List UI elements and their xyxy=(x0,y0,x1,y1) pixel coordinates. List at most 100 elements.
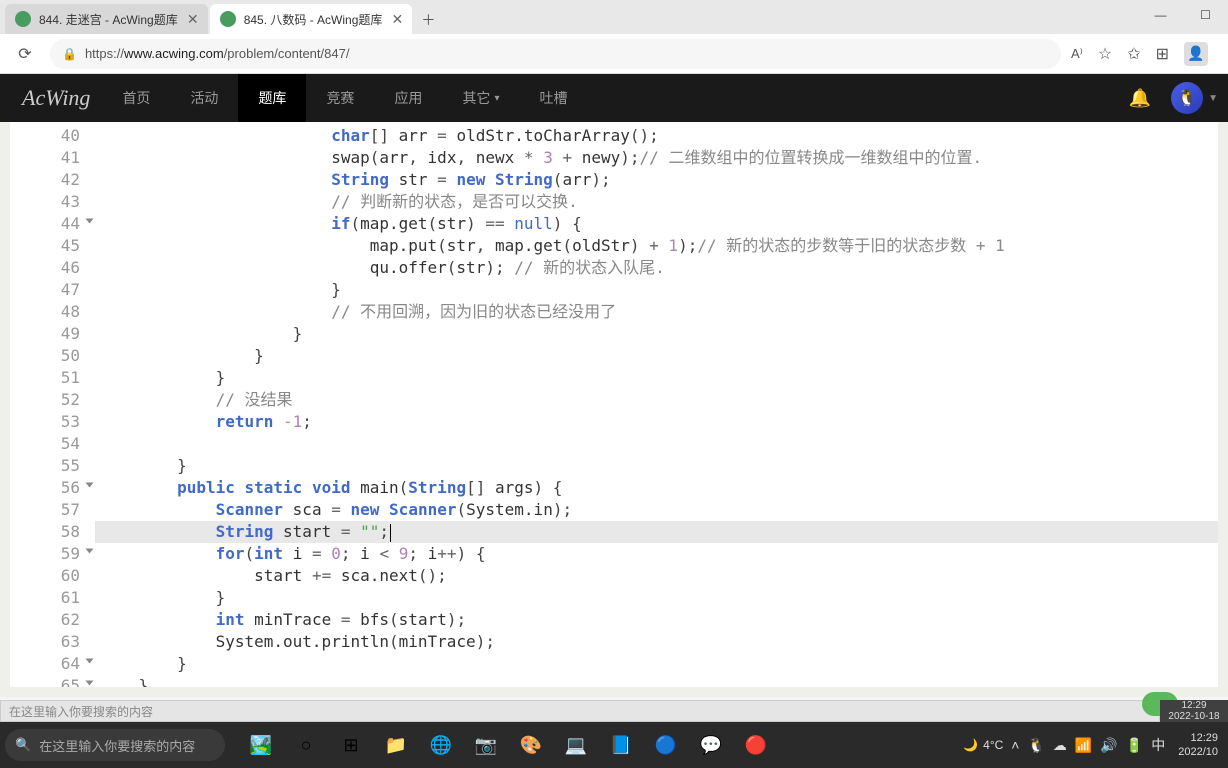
nav-item-3[interactable]: 竞赛 xyxy=(306,74,374,122)
collections-icon[interactable]: ⊞ xyxy=(1156,44,1169,64)
browser-tab[interactable]: 844. 走迷宫 - AcWing题库 ✕ xyxy=(5,4,208,34)
code-line[interactable]: swap(arr, idx, newx * 3 + newy);// 二维数组中… xyxy=(95,147,1218,169)
code-editor[interactable]: 4041424344454647484950515253545556575859… xyxy=(10,122,1218,687)
line-number: 61 xyxy=(10,587,80,609)
user-avatar[interactable] xyxy=(1171,82,1203,114)
edge-icon[interactable]: 🌐 xyxy=(420,725,462,765)
taskbar-clock[interactable]: 12:29 2022/10 xyxy=(1173,731,1223,759)
code-line[interactable]: map.put(str, map.get(oldStr) + 1);// 新的状… xyxy=(95,235,1218,257)
fold-marker-icon[interactable] xyxy=(86,681,94,686)
paint-icon[interactable]: 🎨 xyxy=(510,725,552,765)
code-line[interactable]: } xyxy=(95,345,1218,367)
code-line[interactable]: // 没结果 xyxy=(95,389,1218,411)
code-line[interactable]: start += sca.next(); xyxy=(95,565,1218,587)
camera-icon[interactable]: 📷 xyxy=(465,725,507,765)
network-icon[interactable]: 📶 xyxy=(1075,737,1092,754)
weather-widget[interactable]: 🌙 4°C xyxy=(963,738,1003,752)
tray-chevron-icon[interactable]: ˄ xyxy=(1011,737,1019,753)
line-number: 48 xyxy=(10,301,80,323)
taskbar-search[interactable]: 🔍 在这里输入你要搜索的内容 xyxy=(5,729,225,761)
code-line[interactable]: for(int i = 0; i < 9; i++) { xyxy=(95,543,1218,565)
nav-item-0[interactable]: 首页 xyxy=(102,74,170,122)
new-tab-button[interactable]: ＋ xyxy=(414,6,442,34)
fold-marker-icon[interactable] xyxy=(86,549,94,554)
browser-tab[interactable]: 845. 八数码 - AcWing题库 ✕ xyxy=(210,4,413,34)
profile-avatar[interactable]: 👤 xyxy=(1184,42,1208,66)
cloud-icon[interactable]: ☁ xyxy=(1053,737,1067,754)
minimize-button[interactable]: — xyxy=(1138,0,1183,30)
brand-logo[interactable]: AcWing xyxy=(10,85,102,111)
line-number: 57 xyxy=(10,499,80,521)
code-line[interactable]: // 不用回溯，因为旧的状态已经没用了 xyxy=(95,301,1218,323)
media-icon[interactable]: 🔵 xyxy=(645,725,687,765)
code-line[interactable]: } xyxy=(95,455,1218,477)
maximize-button[interactable]: ☐ xyxy=(1183,0,1228,30)
code-line[interactable]: } xyxy=(95,653,1218,675)
nav-item-6[interactable]: 吐槽 xyxy=(519,74,587,122)
tab-title: 845. 八数码 - AcWing题库 xyxy=(244,11,383,28)
url-bar: ⟳ 🔒 https://www.acwing.com/problem/conte… xyxy=(0,34,1228,74)
code-line[interactable]: System.out.println(minTrace); xyxy=(95,631,1218,653)
favorite-icon[interactable]: ☆ xyxy=(1098,44,1112,64)
search-placeholder: 在这里输入你要搜索的内容 xyxy=(9,703,153,720)
caret-down-icon[interactable]: ▼ xyxy=(1208,93,1218,104)
site-favicon-icon xyxy=(15,11,31,27)
line-number: 58 xyxy=(10,521,80,543)
ime-indicator[interactable]: 中 xyxy=(1151,735,1165,755)
nav-item-4[interactable]: 应用 xyxy=(374,74,442,122)
code-line[interactable]: String start = ""; xyxy=(95,521,1218,543)
line-number: 60 xyxy=(10,565,80,587)
battery-icon[interactable]: 🔋 xyxy=(1126,737,1143,754)
code-area[interactable]: char[] arr = oldStr.toCharArray(); swap(… xyxy=(95,122,1218,687)
qq-icon[interactable]: 🐧 xyxy=(1027,737,1044,754)
code-line[interactable]: } xyxy=(95,675,1218,687)
close-tab-icon[interactable]: ✕ xyxy=(390,12,404,26)
line-number: 54 xyxy=(10,433,80,455)
nav-item-1[interactable]: 活动 xyxy=(170,74,238,122)
word-icon[interactable]: 📘 xyxy=(600,725,642,765)
code-line[interactable]: // 判断新的状态，是否可以交换. xyxy=(95,191,1218,213)
reload-button[interactable]: ⟳ xyxy=(10,39,40,69)
nav-item-2[interactable]: 题库 xyxy=(238,74,306,122)
code-line[interactable]: } xyxy=(95,279,1218,301)
code-line[interactable]: } xyxy=(95,587,1218,609)
search-input[interactable]: 在这里输入你要搜索的内容 xyxy=(0,700,1160,722)
taskbar-search-placeholder: 在这里输入你要搜索的内容 xyxy=(39,736,195,755)
fold-marker-icon[interactable] xyxy=(86,483,94,488)
ide-icon[interactable]: 💻 xyxy=(555,725,597,765)
browser-tab-strip: 844. 走迷宫 - AcWing题库 ✕ 845. 八数码 - AcWing题… xyxy=(0,0,1228,34)
weather-icon: 🌙 xyxy=(963,738,978,752)
code-line[interactable]: return -1; xyxy=(95,411,1218,433)
code-line[interactable]: Scanner sca = new Scanner(System.in); xyxy=(95,499,1218,521)
code-line[interactable]: public static void main(String[] args) { xyxy=(95,477,1218,499)
taskbar-app-widget[interactable]: 🏞️ xyxy=(240,725,282,765)
code-line[interactable]: int minTrace = bfs(start); xyxy=(95,609,1218,631)
code-line[interactable]: String str = new String(arr); xyxy=(95,169,1218,191)
favorites-bar-icon[interactable]: ✩ xyxy=(1127,44,1140,64)
fold-marker-icon[interactable] xyxy=(86,219,94,224)
nav-item-5[interactable]: 其它▾ xyxy=(442,74,519,122)
file-explorer-icon[interactable]: 📁 xyxy=(375,725,417,765)
address-field[interactable]: 🔒 https://www.acwing.com/problem/content… xyxy=(50,39,1061,69)
lock-icon: 🔒 xyxy=(62,47,77,61)
wechat-icon[interactable]: 💬 xyxy=(690,725,732,765)
record-icon[interactable]: 🔴 xyxy=(735,725,777,765)
read-aloud-icon[interactable]: A⁾ xyxy=(1071,46,1083,62)
code-line[interactable] xyxy=(95,433,1218,455)
fold-marker-icon[interactable] xyxy=(86,659,94,664)
code-line[interactable]: qu.offer(str); // 新的状态入队尾. xyxy=(95,257,1218,279)
line-number: 43 xyxy=(10,191,80,213)
taskbar: 🔍 在这里输入你要搜索的内容 🏞️ ○ ⊞ 📁 🌐 📷 🎨 💻 📘 🔵 💬 🔴 … xyxy=(0,722,1228,768)
cortana-icon[interactable]: ○ xyxy=(285,725,327,765)
line-number: 50 xyxy=(10,345,80,367)
code-line[interactable]: char[] arr = oldStr.toCharArray(); xyxy=(95,125,1218,147)
line-number: 56 xyxy=(10,477,80,499)
volume-icon[interactable]: 🔊 xyxy=(1100,737,1117,754)
code-line[interactable]: if(map.get(str) == null) { xyxy=(95,213,1218,235)
bell-icon[interactable]: 🔔 xyxy=(1129,88,1151,109)
code-line[interactable]: } xyxy=(95,323,1218,345)
line-number: 55 xyxy=(10,455,80,477)
close-tab-icon[interactable]: ✕ xyxy=(186,12,200,26)
code-line[interactable]: } xyxy=(95,367,1218,389)
task-view-icon[interactable]: ⊞ xyxy=(330,725,372,765)
